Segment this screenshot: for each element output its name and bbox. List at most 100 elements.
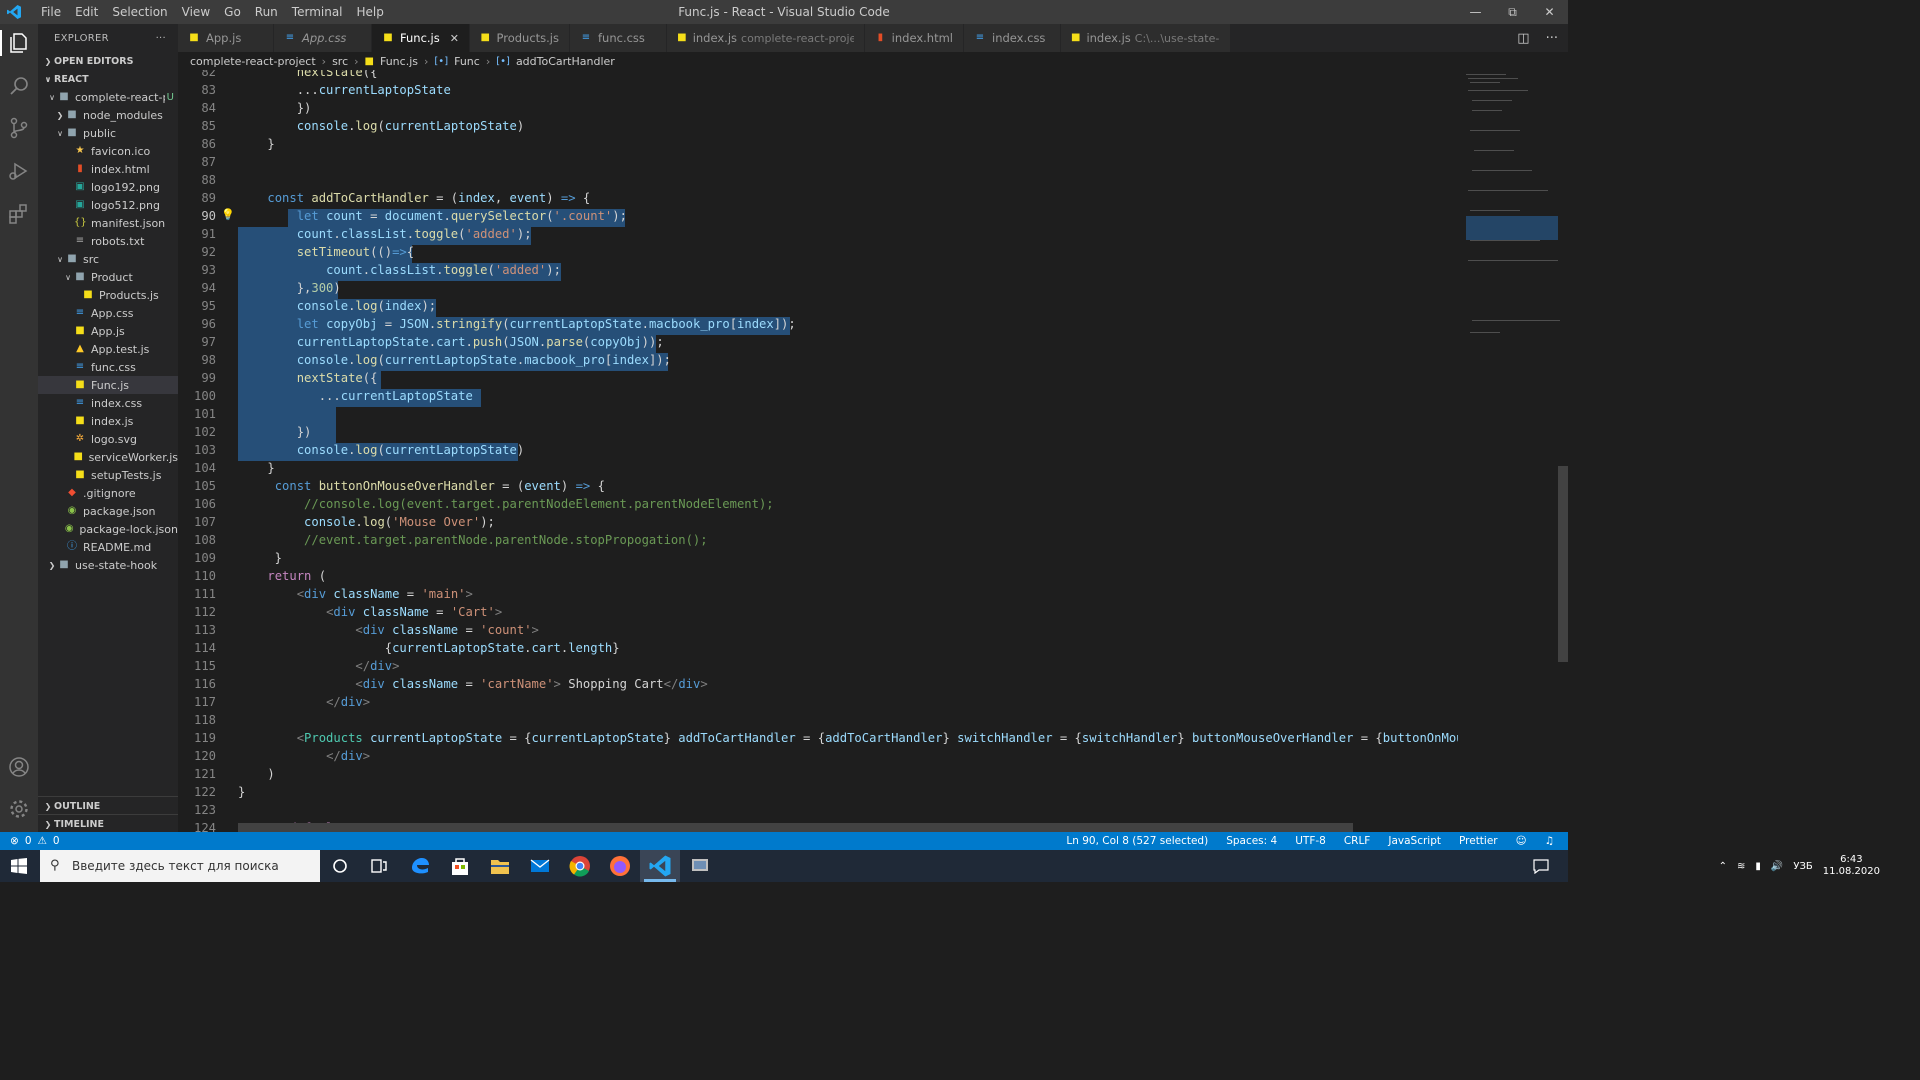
wifi-icon[interactable]: ≋ — [1737, 861, 1745, 872]
breadcrumb-item[interactable]: src — [332, 55, 348, 68]
warning-count[interactable]: 0 — [53, 835, 60, 847]
tree-item[interactable]: ■ index.js — [38, 412, 178, 430]
breadcrumb-item[interactable]: complete-react-project — [190, 55, 316, 68]
editor-tab[interactable]: ≡ App.css — [274, 24, 372, 52]
show-hidden-icons-icon[interactable]: ⌃ — [1719, 861, 1727, 872]
feedback-icon[interactable]: ☺ — [1516, 835, 1527, 847]
vscode-taskbar-icon[interactable] — [648, 854, 672, 878]
editor-tab[interactable]: ≡ func.css — [570, 24, 667, 52]
tree-item[interactable]: ■ serviceWorker.js — [38, 448, 178, 466]
volume-icon[interactable]: 🔊 — [1771, 861, 1783, 872]
error-count[interactable]: 0 — [25, 835, 32, 847]
editor-tab[interactable]: ■ index.jsC:\...\use-state-hook\... — [1061, 24, 1231, 52]
tree-item[interactable]: ▣ logo512.png — [38, 196, 178, 214]
tree-item[interactable]: ■ Products.js — [38, 286, 178, 304]
tree-item[interactable]: ⓘ README.md — [38, 538, 178, 556]
battery-icon[interactable]: ▮ — [1755, 861, 1761, 872]
tree-item[interactable]: ◆ .gitignore — [38, 484, 178, 502]
tree-item[interactable]: ▲ App.test.js — [38, 340, 178, 358]
mail-icon[interactable] — [528, 854, 552, 878]
tree-item-label: README.md — [83, 540, 152, 554]
more-actions-icon[interactable]: ··· — [1546, 31, 1558, 46]
tree-item-label: logo512.png — [91, 198, 160, 212]
extensions-icon[interactable] — [7, 202, 31, 226]
tree-item[interactable]: ∨ ■ Product — [38, 268, 178, 286]
tree-item[interactable]: ▣ logo192.png — [38, 178, 178, 196]
file-explorer-icon[interactable] — [488, 854, 512, 878]
tree-item[interactable]: ▮ index.html — [38, 160, 178, 178]
tree-item[interactable]: ≡ robots.txt — [38, 232, 178, 250]
editor-tab[interactable]: ■ Products.js — [470, 24, 570, 52]
windows-start-icon[interactable] — [11, 858, 27, 874]
tree-item[interactable]: ★ favicon.ico — [38, 142, 178, 160]
run-debug-icon[interactable] — [7, 159, 31, 183]
tree-item[interactable]: ∨ ■ public — [38, 124, 178, 142]
taskbar-search[interactable]: ⚲ Введите здесь текст для поиска — [40, 850, 320, 882]
tree-item[interactable]: ❯ ■ node_modules — [38, 106, 178, 124]
minimap[interactable] — [1460, 70, 1568, 832]
img-file-icon: ▣ — [75, 199, 85, 210]
tree-item[interactable]: ■ Func.js — [38, 376, 178, 394]
breadcrumb-item[interactable]: addToCartHandler — [516, 55, 615, 68]
tree-item[interactable]: ◉ package-lock.json — [38, 520, 178, 538]
tree-item[interactable]: ∨ ■ complete-react-p U — [38, 88, 178, 106]
tree-item[interactable]: ≡ func.css — [38, 358, 178, 376]
editor-tab[interactable]: ≡ index.css — [964, 24, 1061, 52]
explorer-icon[interactable] — [7, 31, 31, 55]
editor-tab[interactable]: ■ index.jscomplete-react-project\... — [667, 24, 865, 52]
chrome-icon[interactable] — [568, 854, 592, 878]
tree-item[interactable]: ◉ package.json — [38, 502, 178, 520]
snipping-tool-icon[interactable] — [688, 854, 712, 878]
edge-icon[interactable] — [408, 854, 432, 878]
language-indicator[interactable]: УЗБ — [1793, 861, 1812, 872]
tree-item[interactable]: ≡ index.css — [38, 394, 178, 412]
symbol-variable-icon: [•] — [496, 55, 510, 67]
action-center-icon[interactable] — [1533, 858, 1549, 874]
indentation[interactable]: Spaces: 4 — [1226, 835, 1277, 847]
tree-item[interactable]: {} manifest.json — [38, 214, 178, 232]
tree-item[interactable]: ■ App.js — [38, 322, 178, 340]
tree-item[interactable]: ≡ App.css — [38, 304, 178, 322]
editor-tab[interactable]: ■ App.js — [178, 24, 274, 52]
line-ending[interactable]: CRLF — [1344, 835, 1371, 847]
minimize-icon[interactable]: — — [1457, 0, 1494, 24]
restore-icon[interactable]: ⧉ — [1494, 0, 1531, 24]
encoding[interactable]: UTF-8 — [1295, 835, 1326, 847]
source-control-icon[interactable] — [7, 116, 31, 140]
close-tab-icon[interactable]: ✕ — [450, 32, 459, 45]
horizontal-scrollbar[interactable] — [238, 823, 1353, 832]
search-icon[interactable] — [7, 74, 31, 98]
more-actions-icon[interactable]: ··· — [156, 33, 166, 44]
tree-item[interactable]: ∨ ■ src — [38, 250, 178, 268]
clock[interactable]: 6:43 11.08.2020 — [1823, 854, 1880, 878]
project-section[interactable]: ∨ REACT — [38, 70, 178, 88]
breadcrumb-item[interactable]: Func.js — [380, 55, 418, 68]
close-icon[interactable]: ✕ — [1531, 0, 1568, 24]
task-view-icon[interactable] — [367, 854, 391, 878]
cursor-position[interactable]: Ln 90, Col 8 (527 selected) — [1066, 835, 1208, 847]
code-editor[interactable]: 82 nextState({83 ...currentLaptopState 84… — [178, 70, 1458, 832]
lightbulb-icon[interactable]: 💡 — [221, 208, 235, 221]
split-editor-icon[interactable]: ◫ — [1517, 31, 1529, 46]
error-icon[interactable]: ⊗ — [10, 835, 19, 847]
settings-gear-icon[interactable] — [7, 797, 31, 821]
explorer-sidebar: EXPLORER ··· ❯ OPEN EDITORS ∨ REACT ∨ ■ comp… — [38, 24, 178, 832]
tree-item[interactable]: ✲ logo.svg — [38, 430, 178, 448]
formatter[interactable]: Prettier — [1459, 835, 1498, 847]
tree-item[interactable]: ❯ ■ use-state-hook — [38, 556, 178, 574]
timeline-section[interactable]: ❯ TIMELINE — [38, 815, 178, 833]
folder-icon: ■ — [67, 109, 77, 120]
firefox-icon[interactable] — [608, 854, 632, 878]
open-editors-section[interactable]: ❯ OPEN EDITORS — [38, 52, 178, 70]
tree-item[interactable]: ■ setupTests.js — [38, 466, 178, 484]
cortana-icon[interactable] — [328, 854, 352, 878]
editor-tab[interactable]: ■ Func.js ✕ — [372, 24, 470, 52]
warning-icon[interactable]: ⚠ — [38, 835, 47, 847]
outline-section[interactable]: ❯ OUTLINE — [38, 797, 178, 815]
breadcrumb-item[interactable]: Func — [454, 55, 480, 68]
notifications-bell-icon[interactable]: ♫ — [1545, 835, 1554, 847]
language-mode[interactable]: JavaScript — [1388, 835, 1441, 847]
store-icon[interactable] — [448, 854, 472, 878]
account-icon[interactable] — [7, 755, 31, 779]
editor-tab[interactable]: ▮ index.html — [865, 24, 964, 52]
